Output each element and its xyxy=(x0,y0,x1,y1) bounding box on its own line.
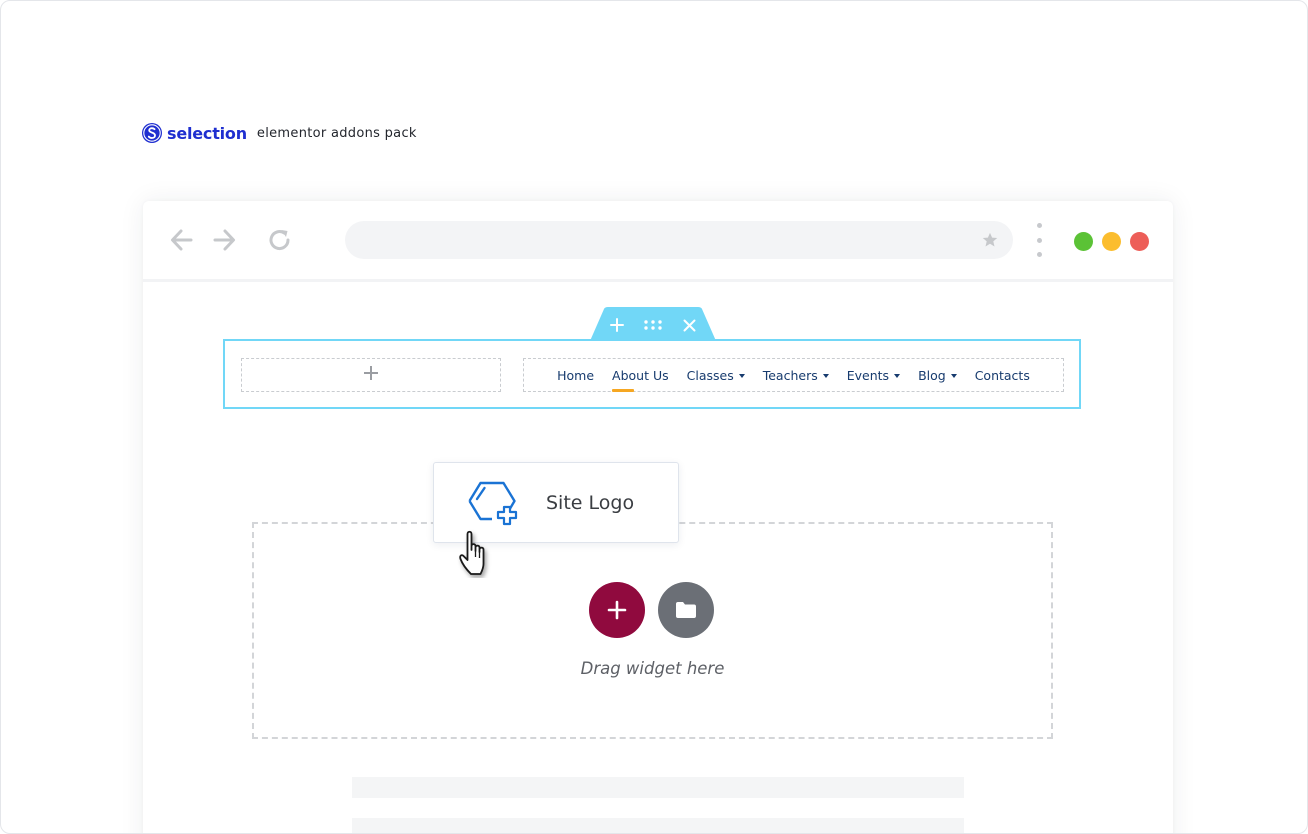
selection-logo-icon xyxy=(142,123,162,143)
nav-menu-column: Home About Us Classes Teachers Events Blog Con… xyxy=(523,358,1064,392)
menu-item-label: About Us xyxy=(612,367,669,383)
caret-down-icon xyxy=(894,373,901,378)
menu-item-contacts[interactable]: Contacts xyxy=(975,368,1030,383)
page-frame: selection elementor addons pack Home Abo… xyxy=(0,0,1308,834)
menu-item-home[interactable]: Home xyxy=(557,368,594,383)
back-arrow-icon[interactable] xyxy=(167,225,197,255)
bookmark-star-icon[interactable] xyxy=(981,231,999,249)
menu-item-teachers[interactable]: Teachers xyxy=(763,368,829,383)
menu-item-events[interactable]: Events xyxy=(846,367,901,383)
caret-down-icon xyxy=(822,373,829,378)
section-handle xyxy=(590,307,716,341)
widget-label: Site Logo xyxy=(546,492,635,514)
menu-item-classes[interactable]: Classes xyxy=(687,368,745,383)
drag-handle-icon[interactable] xyxy=(643,315,663,335)
placeholder-bar xyxy=(352,818,964,833)
menu-item-label: Home xyxy=(557,367,595,383)
forward-arrow-icon[interactable] xyxy=(209,225,239,255)
browser-toolbar xyxy=(143,201,1173,282)
header-section[interactable]: Home About Us Classes Teachers Events Blog Con… xyxy=(223,339,1081,409)
nav-menu: Home About Us Classes Teachers Events Blog Con… xyxy=(524,359,1063,392)
add-section-icon[interactable] xyxy=(607,315,627,335)
window-dot-green[interactable] xyxy=(1074,232,1093,251)
add-widget-plus-icon[interactable] xyxy=(363,365,379,386)
add-template-button[interactable] xyxy=(658,582,714,638)
brand-tagline: elementor addons pack xyxy=(256,125,417,141)
delete-section-icon[interactable] xyxy=(679,315,699,335)
brand-name: selection xyxy=(167,123,247,143)
menu-item-label: Blog xyxy=(918,367,946,383)
folder-icon xyxy=(676,602,696,618)
menu-item-label: Classes xyxy=(686,367,734,383)
window-dot-red[interactable] xyxy=(1130,232,1149,251)
caret-down-icon xyxy=(950,373,957,378)
caret-down-icon xyxy=(738,373,745,378)
hexagon-plus-icon xyxy=(467,479,519,527)
browser-menu-icon[interactable] xyxy=(1036,223,1042,257)
placeholder-bar xyxy=(352,777,964,798)
reload-icon[interactable] xyxy=(265,225,295,255)
empty-column[interactable] xyxy=(241,358,501,392)
browser-window: Home About Us Classes Teachers Events Blog Con… xyxy=(143,201,1173,833)
window-dot-yellow[interactable] xyxy=(1102,232,1121,251)
add-section-button[interactable] xyxy=(589,582,645,638)
plus-icon xyxy=(607,600,627,620)
menu-item-about-us[interactable]: About Us xyxy=(612,367,669,392)
menu-item-label: Teachers xyxy=(762,367,818,383)
address-bar[interactable] xyxy=(345,221,1013,259)
widget-dropzone[interactable]: Drag widget here xyxy=(252,522,1053,739)
drag-widget-text: Drag widget here xyxy=(580,659,725,678)
brand: selection elementor addons pack xyxy=(142,121,417,145)
menu-item-label: Contacts xyxy=(974,367,1030,383)
menu-item-blog[interactable]: Blog xyxy=(918,368,957,383)
active-underline xyxy=(612,388,635,392)
hand-cursor-icon xyxy=(457,526,503,578)
menu-item-label: Events xyxy=(846,367,890,383)
